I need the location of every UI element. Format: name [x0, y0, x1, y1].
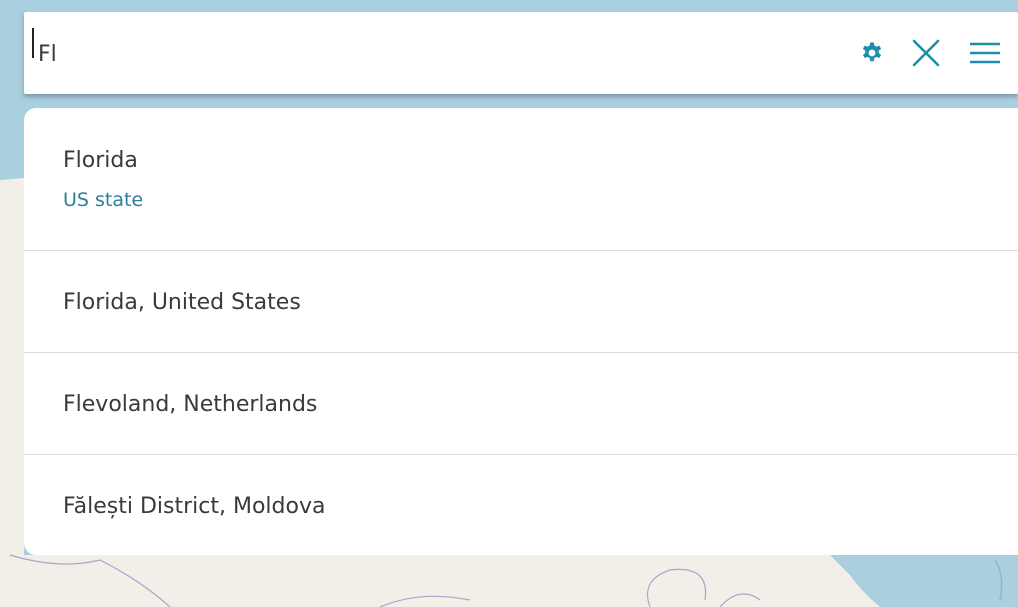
search-bar — [24, 12, 1018, 94]
result-title: Florida — [63, 148, 138, 173]
search-results-list: Florida US state Florida, United States … — [24, 108, 1018, 555]
gear-icon — [862, 42, 882, 62]
result-title: Flevoland, Netherlands — [63, 392, 318, 417]
clear-button[interactable] — [908, 35, 944, 71]
result-item[interactable]: Flevoland, Netherlands — [24, 352, 1018, 454]
result-item[interactable]: Fălești District, Moldova — [24, 454, 1018, 555]
result-item[interactable]: Florida US state — [24, 108, 1018, 250]
search-input[interactable] — [38, 34, 818, 74]
text-cursor — [32, 28, 34, 58]
result-item[interactable]: Florida, United States — [24, 250, 1018, 352]
hamburger-menu-icon — [970, 42, 1000, 64]
menu-button[interactable] — [967, 35, 1003, 71]
result-title: Fălești District, Moldova — [63, 494, 326, 519]
result-title: Florida, United States — [63, 290, 301, 315]
settings-button[interactable] — [854, 35, 890, 71]
close-icon — [912, 39, 940, 67]
result-subtitle: US state — [63, 189, 144, 211]
